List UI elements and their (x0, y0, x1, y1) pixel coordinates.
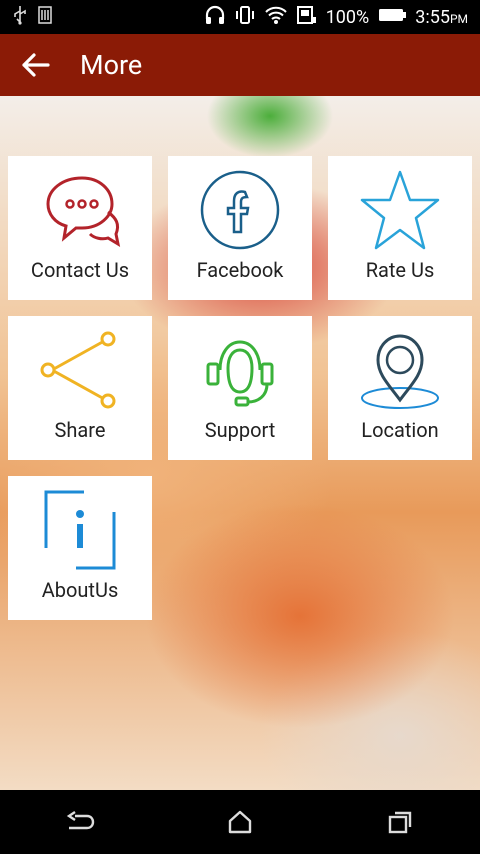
clock: 3:55PM (415, 7, 468, 28)
back-nav-button[interactable] (50, 792, 110, 852)
clock-ampm: PM (449, 11, 468, 26)
page-title: More (80, 49, 143, 81)
recents-icon (388, 811, 412, 834)
tile-support[interactable]: Support (168, 316, 312, 460)
share-icon (38, 328, 122, 412)
content-area: Contact Us Facebook Rate Us Share Suppor… (0, 96, 480, 790)
home-nav-button[interactable] (210, 792, 270, 852)
tile-label: Share (54, 418, 106, 442)
tile-location[interactable]: Location (328, 316, 472, 460)
tile-label: Location (361, 418, 439, 442)
back-button[interactable] (0, 34, 70, 96)
vibrate-icon (234, 5, 256, 30)
tile-label: Contact Us (30, 258, 130, 282)
tile-label: Rate Us (365, 258, 435, 282)
chat-bubbles-icon (38, 168, 122, 252)
signal-icon (296, 5, 318, 30)
back-arrow-icon (22, 53, 50, 77)
tile-rate-us[interactable]: Rate Us (328, 156, 472, 300)
tile-share[interactable]: Share (8, 316, 152, 460)
usb-icon (12, 5, 28, 30)
location-pin-icon (358, 328, 442, 412)
headphones-icon (204, 5, 226, 30)
battery-percent: 100% (325, 6, 370, 28)
facebook-icon (198, 168, 282, 252)
clock-time: 3:55 (415, 6, 450, 28)
back-nav-icon (66, 811, 95, 830)
tile-label: Support (204, 418, 276, 442)
star-icon (358, 168, 442, 252)
app-bar: More (0, 34, 480, 96)
tile-facebook[interactable]: Facebook (168, 156, 312, 300)
info-icon (38, 488, 122, 572)
sim-icon (38, 5, 52, 29)
tile-about-us[interactable]: AboutUs (8, 476, 152, 620)
navigation-bar (0, 790, 480, 854)
home-icon (228, 810, 252, 834)
tile-label: AboutUs (41, 578, 119, 602)
headset-icon (198, 328, 282, 412)
tile-contact-us[interactable]: Contact Us (8, 156, 152, 300)
wifi-icon (264, 5, 288, 30)
recents-nav-button[interactable] (370, 792, 430, 852)
tile-label: Facebook (196, 258, 284, 282)
battery-icon (377, 6, 407, 29)
status-bar: 100% 3:55PM (0, 0, 480, 34)
